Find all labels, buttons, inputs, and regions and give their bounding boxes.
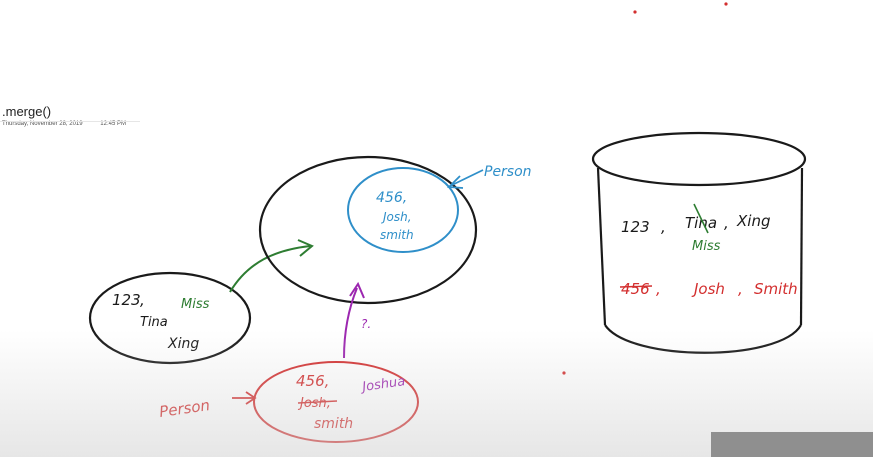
db-row2-last: Smith	[754, 280, 798, 298]
row2-id-strike	[619, 285, 653, 288]
new-object-last: smith	[314, 416, 353, 432]
merge-arrow	[343, 287, 358, 359]
db-row1-last: Xing	[736, 212, 770, 230]
database-right-side	[799, 167, 804, 326]
ink-dot	[633, 10, 637, 14]
new-object-id: 456,	[296, 372, 329, 390]
context-first: Josh,	[381, 210, 412, 224]
db-object-last: Xing	[167, 336, 199, 352]
ink-dot	[562, 371, 566, 375]
new-object-correction: Joshua	[358, 374, 406, 395]
svg-text:,: ,	[140, 291, 145, 309]
db-object-id: 123	[112, 291, 141, 309]
ink-dot	[724, 2, 728, 6]
merge-question: ?.	[361, 317, 371, 331]
database-bottom	[604, 324, 802, 354]
db-row2-first: Josh	[691, 280, 725, 298]
svg-text:,: ,	[656, 280, 661, 298]
context-label-arrow	[449, 169, 484, 187]
db-row1-annotation: Miss	[692, 239, 721, 254]
new-object-label: Person	[158, 396, 211, 421]
context-id: 456,	[376, 190, 407, 206]
db-object-annotation: Miss	[181, 297, 210, 312]
context-ellipse	[258, 155, 478, 305]
context-last: smith	[380, 228, 414, 242]
svg-text:,: ,	[738, 280, 743, 298]
merge-arrow-head	[349, 281, 365, 299]
context-label: Person	[484, 164, 532, 180]
svg-text:,: ,	[661, 218, 666, 236]
whiteboard-canvas: 123 , Tina Xing Miss 456, Josh, smith Pe…	[88, 2, 807, 443]
video-overlay-panel	[711, 432, 873, 457]
database-top	[591, 131, 807, 187]
db-row1-id: 123	[621, 218, 650, 236]
db-object-first: Tina	[140, 315, 168, 330]
database-left-side	[596, 167, 607, 326]
svg-text:,: ,	[724, 214, 729, 232]
db-row2-id: 456	[621, 280, 650, 298]
